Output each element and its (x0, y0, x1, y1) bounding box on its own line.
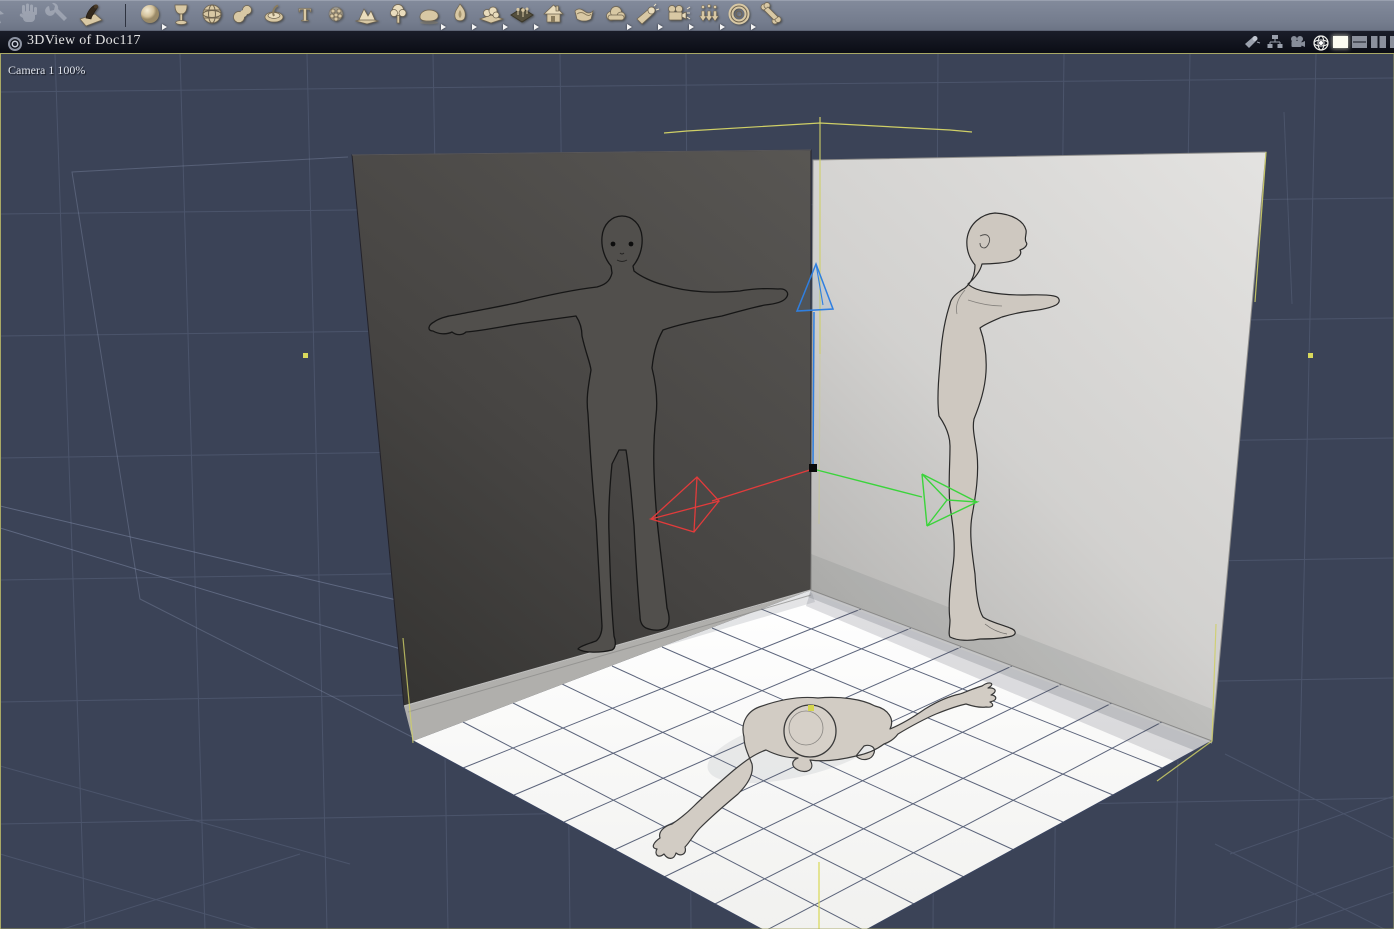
rock-tool[interactable] (417, 2, 446, 30)
hierarchy-icon[interactable] (1266, 34, 1284, 50)
flyout-arrow (162, 24, 167, 30)
spotlight-tool[interactable] (634, 2, 663, 30)
paint-knife-tool[interactable] (78, 2, 104, 28)
flyout-arrow (534, 24, 539, 30)
tree-tool[interactable] (386, 2, 412, 28)
wrench-tool[interactable] (44, 2, 70, 28)
viewport-titlebar[interactable]: 3DView of Doc117 (0, 31, 1394, 53)
viewport-title: 3DView of Doc117 (27, 33, 141, 48)
sphere-primitive-tool[interactable] (138, 2, 167, 30)
target-ring-tool[interactable] (727, 2, 756, 30)
scene-canvas[interactable] (0, 54, 1394, 929)
particle-cloud-tool[interactable] (324, 2, 350, 28)
collapse-knob-icon[interactable] (8, 37, 22, 51)
flyout-arrow (751, 24, 756, 30)
drop-arrows-tool[interactable] (696, 2, 725, 30)
layout-quad-pane-button[interactable] (1371, 36, 1386, 48)
bone-tool[interactable] (758, 2, 784, 28)
terrain-tool[interactable] (355, 2, 381, 28)
camera-label: Camera 1 100% (8, 63, 86, 77)
flyout-arrow (472, 24, 477, 30)
cloud-tool[interactable] (603, 2, 632, 30)
selection-handle-dot-left[interactable] (303, 353, 308, 358)
select-arrow-tool[interactable] (0, 2, 16, 28)
layout-quad-pane-extra-button[interactable] (1390, 36, 1394, 48)
layout-single-pane-button[interactable] (1333, 36, 1348, 48)
globe-wireframe-tool[interactable] (200, 2, 226, 28)
flyout-arrow (503, 24, 508, 30)
flyout-arrow (441, 24, 446, 30)
spotlight-icon[interactable] (1243, 34, 1261, 50)
floor-selection-dot[interactable] (808, 705, 814, 711)
flyout-arrow (658, 24, 663, 30)
hot-point[interactable] (809, 464, 817, 472)
fire-tool[interactable] (448, 2, 477, 30)
flyout-arrow (689, 24, 694, 30)
forest-tool[interactable] (510, 2, 539, 30)
movie-camera-tool[interactable] (665, 2, 694, 30)
viewport-3d[interactable]: Camera 1 100% (0, 53, 1394, 929)
flyout-arrow (720, 24, 725, 30)
text-tool[interactable]: T (293, 2, 319, 28)
application-window: T 3DView of Doc117 Camera 1 100% (0, 0, 1394, 929)
metaballs-tool[interactable] (231, 2, 257, 28)
selection-handle-dot-right[interactable] (1308, 353, 1313, 358)
render-sphere-icon[interactable] (1311, 34, 1329, 51)
boulders-tool[interactable] (479, 2, 508, 30)
camera-icon[interactable] (1289, 34, 1307, 50)
pan-hand-tool[interactable] (16, 2, 42, 28)
text-tool-glyph: T (299, 5, 312, 26)
goblet-spline-tool[interactable] (169, 2, 195, 28)
house-tool[interactable] (541, 2, 567, 28)
main-toolbar: T (0, 0, 1394, 32)
toolbar-divider (125, 4, 126, 27)
ocean-wave-tool[interactable] (572, 2, 598, 28)
flyout-arrow (627, 24, 632, 30)
lathe-disc-tool[interactable] (262, 2, 288, 28)
layout-split-horizontal-button[interactable] (1352, 36, 1367, 48)
